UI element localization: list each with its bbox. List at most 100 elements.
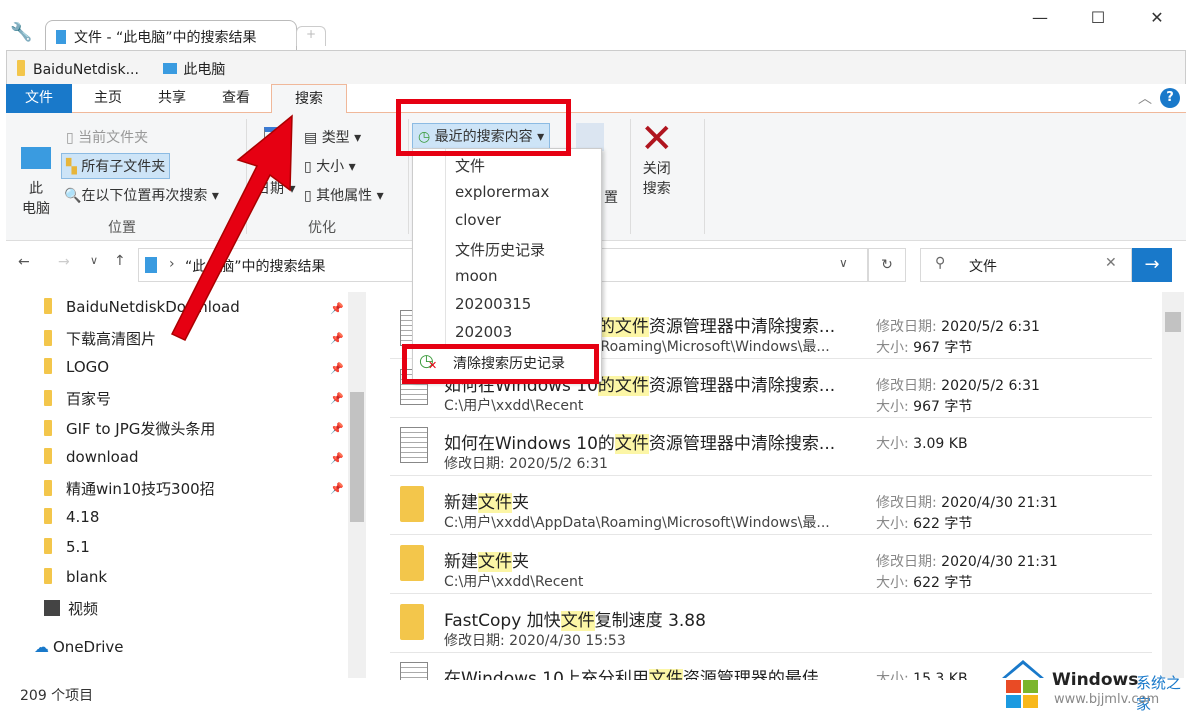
help-icon[interactable]: ? <box>1160 88 1180 108</box>
maximize-button[interactable]: ☐ <box>1078 8 1118 32</box>
result-subtitle: C:\用户\xxdd\AppData\Roaming\Microsoft\Win… <box>444 515 830 532</box>
annotation-box-clear <box>402 344 599 384</box>
back-icon[interactable]: ← <box>18 254 30 270</box>
pin-icon[interactable]: 📌 <box>330 452 344 465</box>
new-tab-button[interactable]: + <box>296 26 326 46</box>
nav-item[interactable]: 5.1 <box>44 538 90 556</box>
recent-search-item[interactable]: 202003 <box>455 323 512 341</box>
divider <box>704 119 705 234</box>
this-pc-button[interactable]: 此 电脑 <box>16 127 56 219</box>
result-meta: 大小: 622 字节 <box>876 516 973 533</box>
pin-icon[interactable]: 📌 <box>330 302 344 315</box>
minimize-button[interactable]: — <box>1020 8 1060 32</box>
nav-item[interactable]: download <box>44 448 139 466</box>
other-properties-button[interactable]: ▯ 其他属性 ▾ <box>304 185 384 205</box>
pin-icon[interactable]: 📌 <box>330 362 344 375</box>
result-title: 在Windows 10上充分利用文件资源管理器的最佳... <box>444 664 835 680</box>
navigation-pane: BaiduNetdiskDownload 📌 下载高清图片 📌 LOGO 📌 百家号 📌 GIF… <box>0 290 370 680</box>
results-scrollbar-thumb[interactable] <box>1165 312 1181 332</box>
pin-icon[interactable]: 📌 <box>330 392 344 405</box>
all-subfolders-button[interactable]: ▚ 所有子文件夹 <box>61 153 171 179</box>
refresh-button[interactable]: ↻ <box>868 248 906 282</box>
address-dropdown-icon[interactable]: ∨ <box>839 256 848 270</box>
result-row[interactable]: FastCopy 加快文件复制速度 3.88 修改日期: 2020/4/30 1… <box>390 594 1152 653</box>
pin-icon[interactable]: 📌 <box>330 482 344 495</box>
nav-item[interactable]: 下载高清图片 <box>44 328 156 349</box>
result-row[interactable]: 新建文件夹 C:\用户\xxdd\AppData\Roaming\Microso… <box>390 476 1152 536</box>
nav-item[interactable]: GIF to JPG发微头条用 <box>44 418 215 439</box>
search-icon: ⚲ <box>935 255 946 271</box>
size-button[interactable]: ▯ 大小 ▾ <box>304 156 356 176</box>
divider <box>246 119 247 234</box>
pin-icon[interactable]: 📌 <box>330 422 344 435</box>
result-row[interactable]: 如何在Windows 10的文件资源管理器中清除搜索... 修改日期: 2020… <box>390 417 1152 477</box>
folder-icon <box>44 508 52 524</box>
results-scrollbar[interactable] <box>1162 292 1184 678</box>
search-input[interactable]: 文件 <box>969 256 997 276</box>
browser-tab[interactable]: 文件 - “此电脑”中的搜索结果 <box>45 20 297 50</box>
collapse-ribbon-icon[interactable]: ︿ <box>1138 88 1152 108</box>
nav-item[interactable]: 视频 <box>44 598 98 619</box>
date-modified-button[interactable]: 修改 日期 ▾ <box>256 127 295 203</box>
group-label-refine: 优化 <box>308 220 336 236</box>
nav-scrollbar-thumb[interactable] <box>350 392 364 522</box>
search-again-button[interactable]: 🔍在以下位置再次搜索 ▾ <box>64 185 219 205</box>
recent-search-item[interactable]: 文件历史记录 <box>455 239 545 260</box>
nav-item[interactable]: 4.18 <box>44 508 99 526</box>
nav-scrollbar[interactable] <box>348 292 366 678</box>
nav-item[interactable]: blank <box>44 568 107 586</box>
folder-icon <box>44 448 52 464</box>
save-search-icon[interactable] <box>576 123 604 151</box>
result-meta: 大小: 622 字节 <box>876 574 973 591</box>
result-subtitle: C:\用户\xxdd\Recent <box>444 397 584 414</box>
tab-search[interactable]: 搜索 <box>271 84 347 114</box>
computer-icon <box>21 147 51 169</box>
recent-search-item[interactable]: 20200315 <box>455 295 531 313</box>
wrench-icon[interactable]: 🔧 <box>10 22 32 43</box>
address-path: “此电脑”中的搜索结果 <box>185 259 326 275</box>
calendar-icon <box>263 127 288 147</box>
close-search-button[interactable]: ✕ 关闭 搜索 <box>640 119 674 199</box>
recent-search-item[interactable]: explorermax <box>455 183 549 201</box>
bookmark-bar: BaiduNetdisk... 此电脑 <box>6 50 1186 84</box>
nav-item[interactable]: LOGO <box>44 358 109 376</box>
recent-search-item[interactable]: 文件 <box>455 155 485 176</box>
nav-item[interactable]: 百家号 <box>44 388 111 409</box>
folder-icon <box>44 390 52 406</box>
clear-search-icon[interactable]: ✕ <box>1105 255 1117 271</box>
nav-item[interactable]: 精通win10技巧300招 <box>44 478 215 499</box>
search-box[interactable]: ⚲ 文件 ✕ <box>920 248 1132 282</box>
forward-icon[interactable]: → <box>58 254 70 270</box>
result-subtitle: C:\用户\xxdd\Recent <box>444 573 584 590</box>
folder-icon <box>44 480 52 496</box>
nav-item[interactable]: BaiduNetdiskDownload <box>44 298 240 316</box>
up-icon[interactable]: ↑ <box>114 253 126 269</box>
folder-icon <box>44 358 52 374</box>
tab-view[interactable]: 查看 <box>206 84 266 113</box>
type-button[interactable]: ▤ 类型 ▾ <box>304 127 361 147</box>
result-meta: 大小: 3.09 KB <box>876 436 968 453</box>
nav-item-onedrive[interactable]: ☁ OneDrive <box>34 638 124 656</box>
pin-icon[interactable]: 📌 <box>330 332 344 345</box>
search-results-icon <box>145 257 157 273</box>
tab-file[interactable]: 文件 <box>6 84 72 113</box>
folder-icon <box>44 330 52 346</box>
recent-search-item[interactable]: clover <box>455 211 501 229</box>
divider <box>630 119 631 234</box>
save-search-label: 置 <box>604 190 618 206</box>
close-button[interactable]: ✕ <box>1137 8 1177 32</box>
recent-locations-icon[interactable]: ∨ <box>90 254 98 267</box>
video-icon <box>44 600 60 616</box>
tab-share[interactable]: 共享 <box>142 84 202 113</box>
folder-icon <box>400 486 424 523</box>
tab-home[interactable]: 主页 <box>78 84 138 113</box>
bookmark-baidunetdisk[interactable]: BaiduNetdisk... <box>17 60 139 78</box>
result-meta: 修改日期: 2020/4/30 21:31 <box>876 553 1058 570</box>
current-folder-button[interactable]: ▯ 当前文件夹 <box>66 127 148 147</box>
result-row[interactable]: 新建文件夹 C:\用户\xxdd\Recent 修改日期: 2020/4/30 … <box>390 535 1152 594</box>
search-go-button[interactable]: → <box>1132 248 1172 282</box>
folder-icon <box>56 30 66 44</box>
recent-search-item[interactable]: moon <box>455 267 497 285</box>
computer-icon <box>163 63 178 74</box>
bookmark-this-pc[interactable]: 此电脑 <box>163 62 225 78</box>
